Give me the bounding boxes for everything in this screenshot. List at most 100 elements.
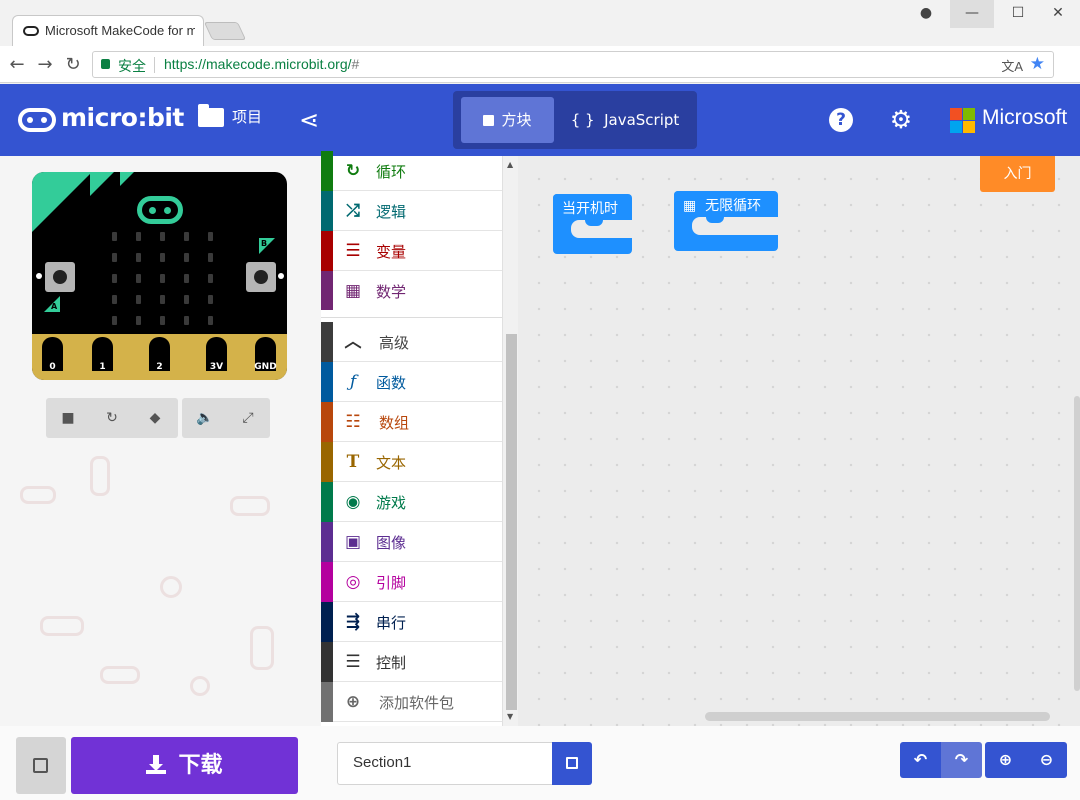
braces-icon: { } (570, 111, 595, 129)
browser-tab[interactable]: Microsoft MakeCode for micro:bit (12, 15, 204, 46)
toolbox-category-variables[interactable]: ☰ 变量 (321, 231, 502, 271)
gear-icon[interactable]: ⚙ (889, 107, 913, 132)
led[interactable] (136, 295, 141, 304)
led[interactable] (184, 316, 189, 325)
led[interactable] (184, 232, 189, 241)
target-icon: ◎ (345, 572, 361, 592)
toolbox-category-pins[interactable]: ◎ 引脚 (321, 562, 502, 602)
gamepad-icon: ◉ (345, 492, 361, 512)
led[interactable] (112, 253, 117, 262)
led[interactable] (184, 253, 189, 262)
led[interactable] (160, 295, 165, 304)
led[interactable] (208, 274, 213, 283)
toolbox-category-images[interactable]: ▣ 图像 (321, 522, 502, 562)
led[interactable] (208, 295, 213, 304)
toolbox-category-text[interactable]: T 文本 (321, 442, 502, 482)
led[interactable] (208, 253, 213, 262)
getting-started-button[interactable]: 入门 (980, 156, 1055, 192)
text-icon: T (346, 452, 360, 472)
volume-icon[interactable]: 🔈 (196, 410, 213, 426)
button-b-label: B (261, 239, 268, 248)
led[interactable] (112, 316, 117, 325)
bookmark-star-icon[interactable]: ★ (1030, 54, 1045, 74)
profile-icon[interactable]: ● (904, 0, 948, 28)
stop-icon[interactable]: ■ (60, 410, 76, 426)
new-tab-button[interactable] (203, 22, 247, 40)
led[interactable] (112, 232, 117, 241)
led[interactable] (160, 274, 165, 283)
led[interactable] (208, 316, 213, 325)
workspace-vertical-scrollbar[interactable] (1074, 396, 1080, 691)
button-a-label: A (51, 302, 58, 311)
toolbox-category-loops[interactable]: ↻ 循环 (321, 151, 502, 191)
led[interactable] (184, 295, 189, 304)
toolbox-category-logic[interactable]: ⤮ 逻辑 (321, 191, 502, 231)
simulator-controls: ■ ↻ ◆ (46, 398, 178, 438)
address-bar: ← → ↻ 安全 https://makecode.microbit.org/#… (0, 46, 1080, 83)
redo-button[interactable]: ↷ (941, 742, 982, 778)
usb-icon: ⇶ (345, 612, 361, 632)
scroll-up-icon[interactable]: ▲ (507, 160, 513, 169)
help-icon[interactable]: ? (829, 108, 853, 132)
slow-motion-icon[interactable]: ◆ (147, 410, 163, 426)
projects-button[interactable]: 项目 (198, 104, 262, 127)
zoom-out-button[interactable]: ⊖ (1026, 742, 1067, 778)
toolbox-category-game[interactable]: ◉ 游戏 (321, 482, 502, 522)
download-button[interactable]: 下载 (71, 737, 298, 794)
omnibox[interactable]: 安全 https://makecode.microbit.org/# 文A ★ (92, 51, 1054, 78)
button-a[interactable] (45, 262, 75, 292)
back-arrow-icon[interactable]: ← (6, 54, 28, 75)
blocks-tab[interactable]: 方块 (461, 97, 554, 143)
save-button[interactable] (552, 742, 592, 785)
undo-button[interactable]: ↶ (900, 742, 941, 778)
led[interactable] (136, 274, 141, 283)
toolbox-category-functions[interactable]: ƒ 函数 (321, 362, 502, 402)
forward-arrow-icon[interactable]: → (34, 54, 56, 75)
led[interactable] (160, 253, 165, 262)
minimize-button[interactable]: — (950, 0, 994, 28)
maximize-button[interactable]: ☐ (996, 0, 1040, 28)
led[interactable] (160, 316, 165, 325)
on-start-block[interactable]: 当开机时 (553, 194, 632, 254)
close-window-button[interactable]: ✕ (1036, 0, 1080, 28)
toolbox-category-math[interactable]: ▦ 数学 (321, 271, 502, 311)
microsoft-logo-icon[interactable] (950, 108, 975, 133)
url-text[interactable]: https://makecode.microbit.org/# (164, 56, 359, 72)
download-icon (146, 755, 167, 774)
share-icon[interactable]: ⋖ (299, 106, 319, 134)
toolbox-category-advanced[interactable]: ︿ 高级 (321, 322, 502, 362)
led[interactable] (208, 232, 213, 241)
restart-icon[interactable]: ↻ (104, 410, 120, 426)
zoom-in-button[interactable]: ⊕ (985, 742, 1026, 778)
toolbox-category-arrays[interactable]: ☷ 数组 (321, 402, 502, 442)
led[interactable] (136, 316, 141, 325)
list-ol-icon: ☷ (345, 412, 361, 432)
led[interactable] (112, 274, 117, 283)
scroll-down-icon[interactable]: ▼ (507, 712, 513, 721)
blocks-workspace[interactable]: 入门 当开机时 ▦ 无限循环 (518, 156, 1080, 726)
led[interactable] (136, 253, 141, 262)
scrollbar-thumb[interactable] (506, 334, 517, 710)
translate-icon[interactable]: 文A (1001, 56, 1023, 75)
app-header: micro:bit 项目 ⋖ 方块 { } JavaScript ? ⚙ Mic… (0, 84, 1080, 156)
forever-block[interactable]: ▦ 无限循环 (674, 191, 778, 251)
led[interactable] (136, 232, 141, 241)
toolbox-scrollbar[interactable]: ▲ ▼ (502, 156, 518, 726)
led[interactable] (160, 232, 165, 241)
editor-toggle: 方块 { } JavaScript (453, 91, 697, 149)
toolbox-category-serial[interactable]: ⇶ 串行 (321, 602, 502, 642)
button-b[interactable] (246, 262, 276, 292)
microbit-board[interactable]: A B 0 1 2 3V GND (32, 172, 287, 380)
fullscreen-icon[interactable]: ⤢ (240, 410, 256, 426)
project-name-input[interactable]: Section1 (337, 742, 553, 785)
toolbox-category-control[interactable]: ☰ 控制 (321, 642, 502, 682)
javascript-tab[interactable]: { } JavaScript (561, 97, 689, 143)
led[interactable] (112, 295, 117, 304)
workspace-horizontal-scrollbar[interactable] (705, 712, 1050, 721)
led[interactable] (184, 274, 189, 283)
list-icon: ☰ (345, 241, 361, 261)
collapse-simulator-button[interactable] (16, 737, 66, 794)
toolbox-add-package[interactable]: ⊕ 添加软件包 (321, 682, 502, 722)
reload-icon[interactable]: ↻ (62, 54, 84, 75)
editor-toolbar: 下载 Section1 ↶ ↷ ⊕ ⊖ (0, 726, 1080, 800)
